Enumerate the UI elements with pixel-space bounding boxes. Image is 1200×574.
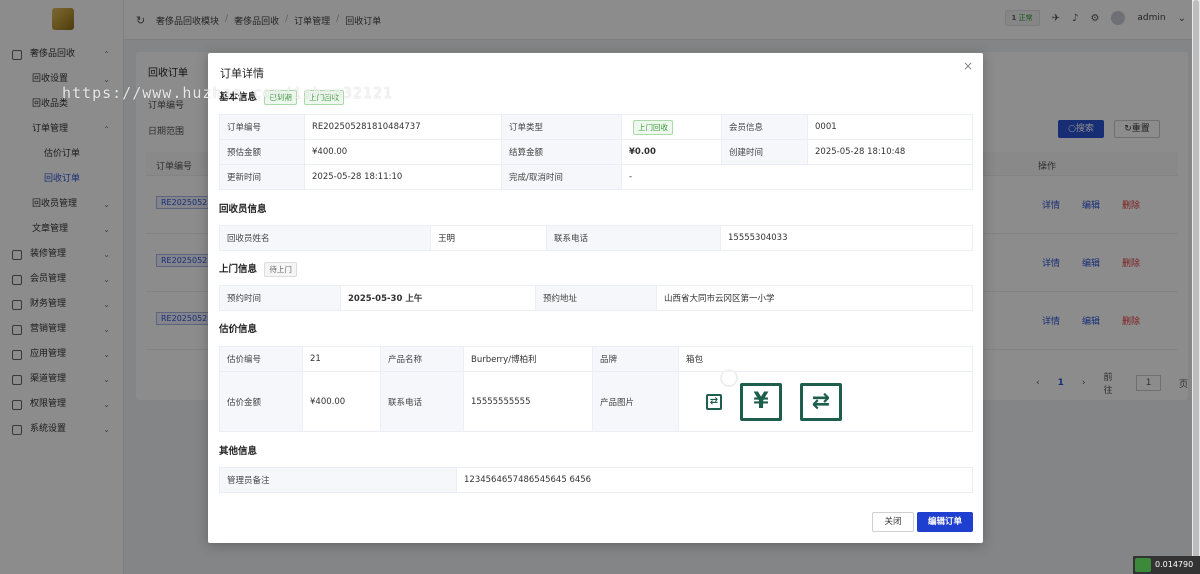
brand-value: 箱包 xyxy=(678,346,973,372)
order-detail-dialog: 订单详情 × 基本信息 已到期 上门回收 订单编号 RE202505281810… xyxy=(208,53,983,543)
close-button[interactable]: 关闭 xyxy=(872,512,914,532)
section-recycler: 回收员信息 xyxy=(219,204,267,215)
edit-order-button[interactable]: 编辑订单 xyxy=(917,512,973,532)
product-images: ⇄ ¥ ⇄ xyxy=(678,368,973,432)
loading-icon xyxy=(720,368,738,387)
estimate-amount-value: ¥400.00 xyxy=(304,139,502,165)
other-table: 管理员备注 1234564657486545645 6456 xyxy=(219,467,973,493)
recycler-phone-value: 15555304033 xyxy=(720,225,973,251)
visit-status-badge: 待上门 xyxy=(264,262,297,277)
product-name-value: Burberry/博柏利 xyxy=(463,346,593,372)
exchange-image-thumb[interactable]: ⇄ xyxy=(706,393,722,410)
basic-info-table: 订单编号 RE202505281810484737 订单类型 上门回收 会员信息… xyxy=(219,114,973,190)
section-estimate: 估价信息 xyxy=(219,324,258,335)
updated-time-value: 2025-05-28 18:11:10 xyxy=(304,164,502,190)
page-scrollbar[interactable] xyxy=(1192,0,1200,574)
admin-remark-value: 1234564657486545645 6456 xyxy=(456,467,973,493)
order-no-value: RE202505281810484737 xyxy=(304,114,502,140)
estimate-table: 估价编号 21 产品名称 Burberry/博柏利 品牌 箱包 估价金额 ¥40… xyxy=(219,346,973,432)
dialog-title: 订单详情 xyxy=(220,67,264,80)
visit-table: 预约时间 2025-05-30 上午 预约地址 山西省大同市云冈区第一小学 xyxy=(219,285,973,311)
section-visit: 上门信息 待上门 xyxy=(219,261,297,277)
member-value: 0001 xyxy=(807,114,973,140)
exchange-image-thumb-large[interactable]: ⇄ xyxy=(800,382,842,421)
leaf-icon xyxy=(1135,558,1151,572)
created-time-value: 2025-05-28 18:10:48 xyxy=(807,139,973,165)
settle-amount-value: ¥0.00 xyxy=(621,139,722,165)
recycler-table: 回收员姓名 王明 联系电话 15555304033 xyxy=(219,225,973,251)
yen-image-thumb[interactable]: ¥ xyxy=(740,382,782,421)
section-other: 其他信息 xyxy=(219,446,258,457)
estimate-no-value: 21 xyxy=(302,346,381,372)
done-time-value: - xyxy=(621,164,973,190)
corner-widget: 0.014790 xyxy=(1133,556,1200,574)
order-type-badge: 上门回收 xyxy=(633,119,673,135)
close-icon[interactable]: × xyxy=(963,59,973,73)
visit-time-value: 2025-05-30 上午 xyxy=(340,285,536,311)
watermark-text: https://www.huzhan.com/ishop32121 xyxy=(62,84,394,102)
estimate-amount-value: ¥400.00 xyxy=(302,371,381,432)
visit-address-value: 山西省大同市云冈区第一小学 xyxy=(656,285,973,311)
recycler-name-value: 王明 xyxy=(430,225,547,251)
contact-phone-value: 15555555555 xyxy=(463,371,593,432)
